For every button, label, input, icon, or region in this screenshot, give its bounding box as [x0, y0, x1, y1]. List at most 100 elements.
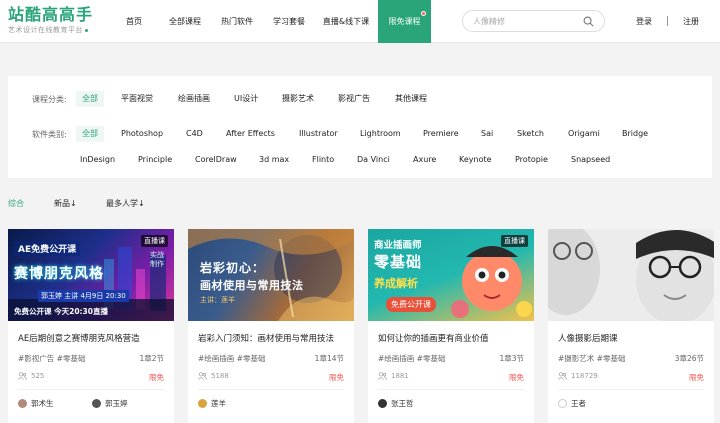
software-3dmax[interactable]: 3d max: [259, 152, 289, 168]
views-count: 1881: [391, 372, 409, 380]
thumb-text: 岩彩初心：: [200, 261, 266, 275]
register-link[interactable]: 注册: [683, 0, 699, 43]
category-film-ads[interactable]: 影视广告: [338, 91, 370, 107]
course-title[interactable]: AE后期创意之赛博朋克风格营造: [18, 332, 168, 344]
teacher-name: 莲羊: [211, 399, 226, 408]
nav-hot-software[interactable]: 热门软件: [212, 0, 262, 43]
software-indesign[interactable]: InDesign: [80, 152, 115, 168]
course-title[interactable]: 岩彩入门须知：画材使用与常用技法: [198, 332, 348, 344]
search-input[interactable]: [473, 14, 583, 28]
search-box: [462, 10, 605, 32]
course-thumbnail[interactable]: 直播课 商业插画师 零基础 养成解析 免费公开课: [368, 229, 534, 321]
category-all[interactable]: 全部: [76, 91, 104, 107]
software-sai[interactable]: Sai: [481, 126, 493, 142]
price-free: 限免: [329, 373, 344, 382]
price-free: 限免: [149, 373, 164, 382]
course-title[interactable]: 如何让你的插画更有商业价值: [378, 332, 528, 344]
live-badge: 直播课: [501, 235, 528, 247]
teacher[interactable]: 郭玉婷: [92, 398, 128, 409]
software-sketch[interactable]: Sketch: [517, 126, 544, 142]
thumb-text: 免费公开课: [386, 297, 436, 312]
avatar: [198, 399, 207, 408]
software-premiere[interactable]: Premiere: [423, 126, 459, 142]
course-thumbnail[interactable]: [548, 229, 714, 321]
software-photoshop[interactable]: Photoshop: [121, 126, 163, 142]
course-chapters: 3章26节: [674, 354, 704, 363]
users-icon: [558, 372, 567, 380]
software-bridge[interactable]: Bridge: [622, 126, 648, 142]
course-views: 5188: [198, 372, 229, 380]
category-photography[interactable]: 摄影艺术: [282, 91, 314, 107]
software-coreldraw[interactable]: CorelDraw: [195, 152, 237, 168]
sort-comprehensive[interactable]: 综合: [8, 198, 24, 209]
teacher[interactable]: 张王哲: [378, 398, 414, 409]
category-label: 课程分类:: [32, 95, 67, 104]
category-other[interactable]: 其他课程: [395, 91, 427, 107]
course-tags: #摄影艺术 #零基础: [558, 354, 626, 363]
logo-name: 站酷高高手: [8, 5, 94, 24]
teacher-name: 张王哲: [391, 399, 414, 408]
software-after-effects[interactable]: After Effects: [226, 126, 275, 142]
thumb-text: AE免费公开课: [14, 241, 81, 256]
users-icon: [198, 372, 207, 380]
card-divider: [18, 389, 164, 390]
software-davinci[interactable]: Da Vinci: [357, 152, 390, 168]
nav-all-courses[interactable]: 全部课程: [160, 0, 210, 43]
category-graphic[interactable]: 平面视觉: [121, 91, 153, 107]
teacher-name: 郭术生: [31, 399, 54, 408]
sort-most-students[interactable]: 最多人学↓: [106, 198, 145, 209]
logo-dot: [85, 28, 88, 32]
top-header: 站酷高高手 艺术设计在线教育平台 首页 全部课程 热门软件 学习套餐 直播&线下…: [0, 0, 720, 43]
course-card[interactable]: 直播课 商业插画师 零基础 养成解析 免费公开课 如何让你的插画更有商业价值 #…: [368, 229, 534, 423]
card-divider: [558, 389, 704, 390]
course-card[interactable]: 直播课 AE免费公开课 赛博朋克风格 实战 制作 郭玉婷 主讲 4月9日 20:…: [8, 229, 174, 423]
course-card[interactable]: 人像摄影后期课 #摄影艺术 #零基础 3章26节 118729 限免 王者: [548, 229, 714, 423]
new-dot-icon: [421, 11, 426, 16]
course-thumbnail[interactable]: 岩彩初心： 画材使用与常用技法 主讲：莲羊: [188, 229, 354, 321]
software-principle[interactable]: Principle: [138, 152, 172, 168]
course-views: 525: [18, 372, 44, 380]
software-protopie[interactable]: Protopie: [515, 152, 548, 168]
category-illustration[interactable]: 绘画插画: [178, 91, 210, 107]
software-axure[interactable]: Axure: [413, 152, 436, 168]
course-views: 1881: [378, 372, 409, 380]
thumb-text: 免费公开课 今天20:30直播: [14, 307, 108, 316]
views-count: 5188: [211, 372, 229, 380]
thumb-text: 实战 制作: [150, 251, 164, 268]
thumb-text: 商业插画师: [374, 240, 422, 251]
avatar: [18, 399, 27, 408]
teacher[interactable]: 王者: [558, 398, 586, 409]
sort-newest[interactable]: 新品↓: [54, 198, 77, 209]
teacher[interactable]: 莲羊: [198, 398, 226, 409]
nav-home[interactable]: 首页: [114, 0, 154, 43]
software-all[interactable]: 全部: [76, 126, 104, 142]
search-icon[interactable]: [583, 16, 594, 27]
thumb-text: 零基础: [374, 253, 423, 271]
software-origami[interactable]: Origami: [568, 126, 600, 142]
nav-study-packages[interactable]: 学习套餐: [263, 0, 315, 43]
site-logo[interactable]: 站酷高高手 艺术设计在线教育平台: [8, 6, 93, 35]
users-icon: [18, 372, 27, 380]
price-free: 限免: [509, 373, 524, 382]
teacher-name: 郭玉婷: [105, 399, 128, 408]
live-badge: 直播课: [141, 235, 168, 247]
card-divider: [378, 389, 524, 390]
course-thumbnail[interactable]: 直播课 AE免费公开课 赛博朋克风格 实战 制作 郭玉婷 主讲 4月9日 20:…: [8, 229, 174, 321]
software-c4d[interactable]: C4D: [186, 126, 203, 142]
software-lightroom[interactable]: Lightroom: [360, 126, 401, 142]
software-keynote[interactable]: Keynote: [459, 152, 492, 168]
software-flinto[interactable]: Flinto: [312, 152, 334, 168]
teacher[interactable]: 郭术生: [18, 398, 54, 409]
course-card[interactable]: 岩彩初心： 画材使用与常用技法 主讲：莲羊 岩彩入门须知：画材使用与常用技法 #…: [188, 229, 354, 423]
course-tags: #绘画插画 #零基础: [198, 354, 266, 363]
nav-live-offline[interactable]: 直播&线下课: [317, 0, 375, 43]
category-ui[interactable]: UI设计: [234, 91, 258, 107]
course-chapters: 1章14节: [314, 354, 344, 363]
software-snapseed[interactable]: Snapseed: [571, 152, 610, 168]
course-title[interactable]: 人像摄影后期课: [558, 332, 708, 344]
filter-panel: 课程分类: 全部 平面视觉 绘画插画 UI设计 摄影艺术 影视广告 其他课程 软…: [8, 76, 712, 178]
software-illustrator[interactable]: Illustrator: [299, 126, 338, 142]
nav-free-courses[interactable]: 限免课程: [378, 0, 431, 43]
login-link[interactable]: 登录: [636, 0, 652, 43]
views-count: 525: [31, 372, 45, 380]
